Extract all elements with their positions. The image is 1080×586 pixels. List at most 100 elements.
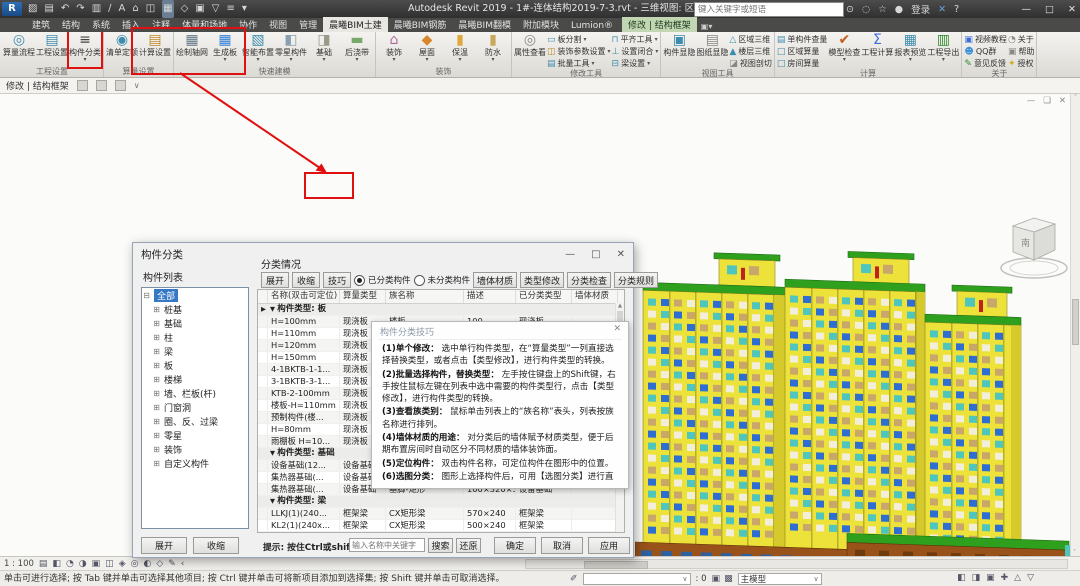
tree-collapse-icon[interactable]: ⊟ — [142, 291, 151, 300]
select-pinned-icon[interactable]: ▣ — [986, 573, 995, 583]
table-group-row[interactable]: ▶▼ 构件类型: 板 — [258, 304, 624, 316]
view-close-icon[interactable]: ✕ — [1059, 96, 1066, 106]
tab-contextual[interactable]: 修改 | 结构框架 — [622, 17, 697, 32]
restore-button[interactable]: □ — [1045, 4, 1054, 15]
view-scale-label[interactable]: 1 : 100 — [4, 559, 34, 569]
nav-left-icon[interactable]: ‹ — [181, 559, 185, 569]
ribbon-button-工程设置[interactable]: ▤工程设置 — [36, 32, 68, 67]
horizontal-scrollbar-thumb[interactable] — [584, 561, 648, 569]
cell-quantity-type[interactable]: 框架梁 — [340, 532, 386, 533]
crop-view-icon[interactable]: ▣ — [92, 559, 101, 569]
tree-item-门窗洞[interactable]: ⊞门窗洞 — [142, 400, 248, 414]
options-widget-icon[interactable] — [96, 80, 107, 91]
ribbon-button-报表预览[interactable]: ▦报表预览▾ — [894, 32, 926, 69]
sun-path-icon[interactable]: ◔ — [66, 559, 74, 569]
classification-check-button[interactable]: 分类检查 — [567, 272, 611, 288]
cell-quantity-type[interactable]: 框架梁 — [340, 508, 386, 519]
login-label[interactable]: 登录 — [911, 2, 930, 16]
ribbon-button-设置闭合[interactable]: ⊥设置闭合▾ — [612, 46, 659, 57]
ribbon-button-QQ群[interactable]: ☻QQ群 — [964, 46, 1007, 57]
ribbon-button-构件分类[interactable]: ≡构件分类▾ — [69, 32, 101, 67]
tree-expand-icon[interactable]: ⊞ — [152, 361, 161, 370]
ribbon-button-帮助[interactable]: ▣帮助 — [1008, 46, 1035, 57]
app-logo[interactable]: R — [2, 2, 22, 16]
ribbon-group-label[interactable]: 修改工具 — [514, 69, 658, 78]
switch-windows-icon[interactable]: ▣ — [195, 0, 204, 18]
ribbon-button-模型检查[interactable]: ✔模型检查▾ — [828, 32, 860, 69]
toolbar-expand-button[interactable]: 展开 — [261, 272, 289, 288]
tree-item-装饰[interactable]: ⊞装饰 — [142, 442, 248, 456]
exchange-icon[interactable]: ✕ — [938, 4, 946, 15]
minimize-button[interactable]: — — [1022, 4, 1032, 15]
tab-管理[interactable]: 管理 — [293, 17, 323, 32]
ribbon-button-零星构件[interactable]: ◧零星构件▾ — [275, 32, 307, 67]
options-widget-icon[interactable] — [77, 80, 88, 91]
visual-style-icon[interactable]: ◧ — [52, 559, 61, 569]
tab-体量和场地[interactable]: 体量和场地 — [176, 17, 233, 32]
ribbon-group-label[interactable]: 算量设置 — [106, 67, 171, 77]
ribbon-button-房间算量[interactable]: □房间算量 — [777, 58, 828, 69]
design-option-combo[interactable]: 主模型∨ — [738, 573, 822, 585]
table-header-族名称[interactable]: 族名称 — [386, 290, 464, 303]
ribbon-button-工程计算[interactable]: Σ工程计算 — [861, 32, 893, 69]
tree-item-零星[interactable]: ⊞零星 — [142, 428, 248, 442]
menu-icon[interactable]: ≡ — [226, 0, 234, 18]
tab-结构[interactable]: 结构 — [56, 17, 86, 32]
editable-only-icon[interactable]: ✐ — [570, 574, 578, 584]
options-dropdown-icon[interactable]: ∨ — [134, 81, 140, 90]
search-icon[interactable]: ⊙ — [846, 4, 854, 15]
viewcube[interactable]: 南 — [998, 202, 1070, 292]
tab-晨曦BIM钢筋[interactable]: 晨曦BIM钢筋 — [388, 17, 453, 32]
ribbon-button-绘制轴网[interactable]: ▦绘制轴网 — [176, 32, 208, 67]
redo-icon[interactable]: ↷ — [76, 0, 84, 18]
filter-selection-icon[interactable]: ▽ — [1027, 573, 1034, 583]
select-by-face-icon[interactable]: ✚ — [1001, 573, 1009, 583]
table-header-算量类型[interactable]: 算量类型 — [340, 290, 386, 303]
tree-item-板[interactable]: ⊞板 — [142, 358, 248, 372]
tab-注释[interactable]: 注释 — [146, 17, 176, 32]
wall-material-button[interactable]: 墙体材质 — [473, 272, 517, 288]
component-tree[interactable]: ⊟全部⊞桩基⊞基础⊞柱⊞梁⊞板⊞楼梯⊞墙、栏板(杆)⊞门窗洞⊞圈、反、过梁⊞零星… — [141, 287, 249, 529]
open-icon[interactable]: ▨ — [28, 0, 37, 18]
tree-expand-icon[interactable]: ⊞ — [152, 445, 161, 454]
analytical-icon[interactable]: ◇ — [156, 559, 163, 569]
tree-item-楼梯[interactable]: ⊞楼梯 — [142, 372, 248, 386]
restore-button[interactable]: 还原 — [456, 538, 481, 553]
star-icon[interactable]: ☆ — [878, 4, 887, 15]
tree-expand-icon[interactable]: ⊞ — [152, 305, 161, 314]
apply-button[interactable]: 应用 — [588, 537, 630, 554]
ribbon-button-视频教程[interactable]: ▣视频教程 — [964, 34, 1007, 45]
drawing-area[interactable]: —❏✕ 南 ˄ ˅ 构件分类 —□✕ 构件列表 分类情况 ⊟全部⊞ — [0, 94, 1080, 556]
tab-晨曦BIM翻模[interactable]: 晨曦BIM翻模 — [452, 17, 517, 32]
ribbon-button-智能布置[interactable]: ▧智能布置▾ — [242, 32, 274, 67]
ribbon-button-属性查看[interactable]: ◎属性查看 — [514, 32, 546, 69]
qat-dropdown-icon[interactable]: ▾ — [242, 0, 247, 18]
tree-expand-icon[interactable]: ⊞ — [152, 431, 161, 440]
crop-region-icon[interactable]: ◫ — [105, 559, 114, 569]
tree-expand-icon[interactable]: ⊞ — [152, 319, 161, 328]
undo-icon[interactable]: ↶ — [61, 0, 69, 18]
text-icon[interactable]: A — [119, 0, 126, 18]
help-icon[interactable]: ? — [954, 4, 959, 15]
view-restore-icon[interactable]: ❏ — [1043, 96, 1051, 106]
save-icon[interactable]: ▤ — [44, 0, 53, 18]
ribbon-button-单构件查量[interactable]: ▤单构件查量 — [777, 34, 828, 45]
select-underlay-icon[interactable]: ◨ — [972, 573, 981, 583]
filter-icon[interactable]: ▽ — [212, 0, 220, 18]
worksharing-display-icon[interactable]: ◐ — [143, 559, 151, 569]
ribbon-button-意见反馈[interactable]: ✎意见反馈 — [964, 58, 1007, 69]
tab-视图[interactable]: 视图 — [263, 17, 293, 32]
print-icon[interactable]: ▥ — [92, 0, 101, 18]
ribbon-button-图纸显隐[interactable]: ▤图纸显隐 — [696, 32, 728, 69]
type-modify-button[interactable]: 类型修改 — [520, 272, 564, 288]
cell-quantity-type[interactable]: 框架梁 — [340, 520, 386, 531]
ribbon-button-板分割[interactable]: ▭板分割▾ — [547, 34, 611, 45]
dialog-title-bar[interactable]: 构件分类 — [133, 243, 633, 265]
section-icon[interactable]: ◫ — [146, 0, 155, 18]
tree-item-墙、栏板(杆)[interactable]: ⊞墙、栏板(杆) — [142, 386, 248, 400]
select-links-icon[interactable]: ◧ — [957, 573, 966, 583]
tree-expand-button[interactable]: 展开 — [141, 537, 187, 554]
tree-collapse-button[interactable]: 收缩 — [193, 537, 239, 554]
user-icon[interactable]: ● — [895, 4, 903, 15]
ribbon-button-保温[interactable]: ▮保温▾ — [444, 32, 476, 67]
